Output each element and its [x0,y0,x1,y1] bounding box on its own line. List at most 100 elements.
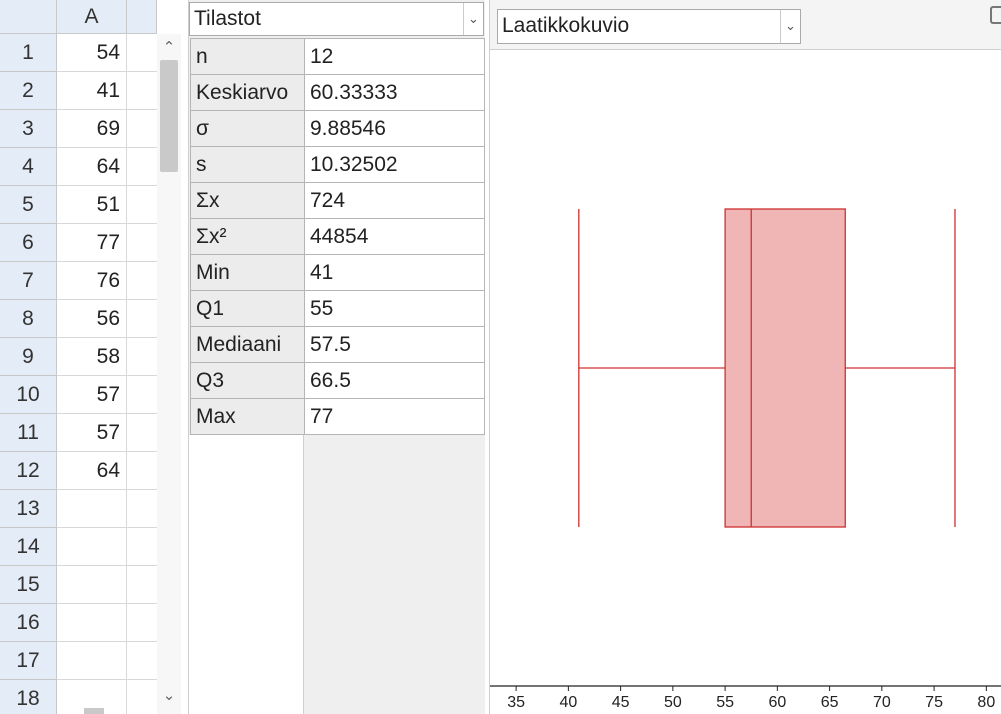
cell-b[interactable] [127,262,157,300]
stat-value[interactable]: 12 [304,38,485,75]
cell-a[interactable] [57,642,127,680]
row-header[interactable]: 4 [0,148,57,186]
chevron-down-icon[interactable]: ⌄ [463,3,483,35]
spreadsheet-row: 18 [0,680,157,714]
spreadsheet-row: 15 [0,566,157,604]
stat-label: Min [190,254,305,291]
cell-b[interactable] [127,338,157,376]
box-plot[interactable]: 35 40 45 50 55 60 65 70 75 80 [490,50,1001,714]
scroll-thumb[interactable] [160,60,178,172]
stat-label: Max [190,398,305,435]
spreadsheet-corner[interactable] [0,0,57,34]
stat-value[interactable]: 9.88546 [304,110,485,147]
row-header[interactable]: 2 [0,72,57,110]
cell-a[interactable] [57,490,127,528]
cell-a[interactable]: 41 [57,72,127,110]
cell-b[interactable] [127,566,157,604]
spreadsheet-row: 4 64 [0,148,157,186]
statistics-empty-area [189,435,304,714]
window-icon[interactable] [990,6,1001,24]
cell-b[interactable] [127,414,157,452]
spreadsheet-row: 6 77 [0,224,157,262]
stat-value[interactable]: 44854 [304,218,485,255]
horizontal-scroll-thumb[interactable] [84,708,104,714]
stat-label: σ [190,110,305,147]
spreadsheet-row: 10 57 [0,376,157,414]
cell-b[interactable] [127,34,157,72]
stat-value[interactable]: 55 [304,290,485,327]
spreadsheet-view[interactable]: A 1 54 2 41 3 69 4 64 5 51 6 77 7 76 8 56 9 58 10 57 11 57 12 6… [0,0,184,714]
row-header[interactable]: 9 [0,338,57,376]
row-header[interactable]: 6 [0,224,57,262]
stat-row: Max 77 [190,398,485,435]
stat-row: n 12 [190,38,485,75]
stat-value[interactable]: 66.5 [304,362,485,399]
stat-label: Σx [190,182,305,219]
cell-b[interactable] [127,376,157,414]
row-header[interactable]: 13 [0,490,57,528]
x-tick-label: 55 [716,694,734,711]
cell-a[interactable]: 69 [57,110,127,148]
stat-value[interactable]: 10.32502 [304,146,485,183]
stat-value[interactable]: 724 [304,182,485,219]
stat-row: Σx² 44854 [190,218,485,255]
stat-value[interactable]: 57.5 [304,326,485,363]
cell-a[interactable]: 57 [57,376,127,414]
cell-a[interactable]: 54 [57,34,127,72]
cell-b[interactable] [127,148,157,186]
row-header[interactable]: 15 [0,566,57,604]
cell-b[interactable] [127,300,157,338]
cell-b[interactable] [127,490,157,528]
row-header[interactable]: 11 [0,414,57,452]
cell-b[interactable] [127,604,157,642]
row-header[interactable]: 14 [0,528,57,566]
cell-b[interactable] [127,72,157,110]
cell-b[interactable] [127,224,157,262]
column-header-a[interactable]: A [57,0,127,34]
cell-a[interactable] [57,528,127,566]
cell-b[interactable] [127,452,157,490]
row-header[interactable]: 7 [0,262,57,300]
cell-a[interactable]: 57 [57,414,127,452]
x-tick-label: 50 [664,694,682,711]
cell-a[interactable]: 64 [57,452,127,490]
cell-a[interactable]: 76 [57,262,127,300]
cell-b[interactable] [127,110,157,148]
cell-a[interactable]: 64 [57,148,127,186]
chevron-down-icon[interactable]: ⌄ [780,10,800,43]
cell-a[interactable]: 51 [57,186,127,224]
stat-row: Σx 724 [190,182,485,219]
chevron-down-icon[interactable]: ⌄ [157,684,181,708]
spreadsheet-row: 17 [0,642,157,680]
row-header[interactable]: 1 [0,34,57,72]
statistics-mode-select[interactable]: Tilastot ⌄ [189,2,484,36]
row-header[interactable]: 17 [0,642,57,680]
column-header-b[interactable] [127,0,157,34]
stat-value[interactable]: 77 [304,398,485,435]
stat-value[interactable]: 60.33333 [304,74,485,111]
row-header[interactable]: 18 [0,680,57,714]
vertical-scrollbar[interactable]: ⌃ ⌄ [157,34,181,714]
row-header[interactable]: 10 [0,376,57,414]
cell-a[interactable] [57,566,127,604]
cell-b[interactable] [127,186,157,224]
row-header[interactable]: 3 [0,110,57,148]
row-header[interactable]: 12 [0,452,57,490]
stat-label: s [190,146,305,183]
statistics-mode-label: Tilastot [194,7,261,30]
cell-a[interactable]: 58 [57,338,127,376]
cell-b[interactable] [127,642,157,680]
cell-b[interactable] [127,680,157,714]
row-header[interactable]: 5 [0,186,57,224]
row-header[interactable]: 16 [0,604,57,642]
box [724,208,846,528]
cell-b[interactable] [127,528,157,566]
chevron-up-icon[interactable]: ⌃ [157,36,181,60]
cell-a[interactable]: 77 [57,224,127,262]
stat-value[interactable]: 41 [304,254,485,291]
stat-label: Keskiarvo [190,74,305,111]
cell-a[interactable] [57,604,127,642]
chart-type-select[interactable]: Laatikkokuvio ⌄ [497,9,801,44]
cell-a[interactable]: 56 [57,300,127,338]
row-header[interactable]: 8 [0,300,57,338]
